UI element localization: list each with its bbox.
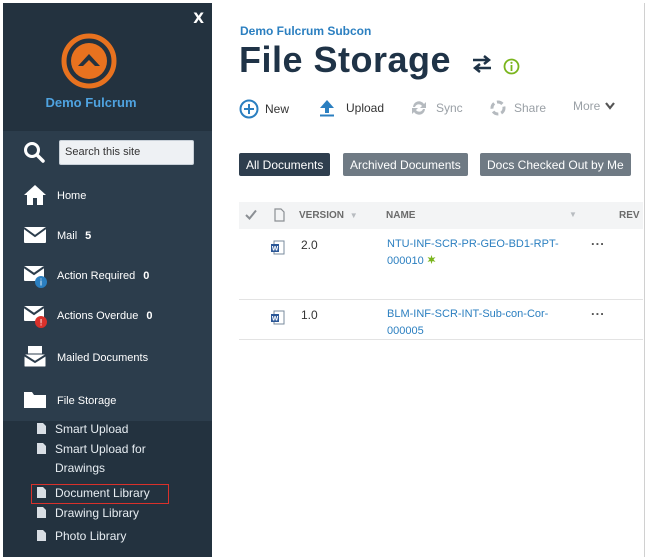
sidebar-item-label: File Storage <box>57 395 117 407</box>
new-button-label: New <box>265 102 290 116</box>
submenu-item-label: Drawing Library <box>55 506 140 520</box>
mailed-documents-icon <box>23 345 47 368</box>
word-document-icon: W <box>271 240 285 255</box>
info-icon[interactable] <box>503 58 520 80</box>
submenu-item-label: Photo Library <box>55 529 127 543</box>
document-icon <box>37 507 46 518</box>
sidebar-item-label: Mail <box>57 230 78 242</box>
app-window: X Demo Fulcrum Search this site Home Mai… <box>0 0 650 560</box>
tab-all-documents[interactable]: All Documents <box>239 153 331 176</box>
actions-overdue-count-badge: 0 <box>146 310 153 322</box>
share-icon <box>490 100 506 116</box>
name-filter-caret-icon[interactable]: ▼ <box>569 210 577 219</box>
share-button[interactable]: Share <box>489 99 546 117</box>
sidebar-item-label-wrap: Action Required 0 <box>57 270 149 282</box>
mail-count-badge: 5 <box>85 230 92 242</box>
svg-text:W: W <box>272 316 279 323</box>
add-icon <box>239 99 259 119</box>
folder-icon <box>23 389 47 411</box>
document-icon <box>37 423 46 434</box>
sync-button-label: Sync <box>436 101 463 115</box>
more-button[interactable]: More <box>573 99 616 113</box>
sidebar: X Demo Fulcrum Search this site Home Mai… <box>3 3 212 557</box>
highlight-annotation <box>31 484 169 504</box>
submenu-item-drawing-library[interactable]: Drawing Library <box>37 504 139 523</box>
word-document-icon: W <box>271 310 285 325</box>
brand-logo <box>61 33 117 89</box>
table-row[interactable]: W 2.0 NTU-INF-SCR-PR-GEO-BD1-RPT-000010 … <box>239 230 643 300</box>
table-header: VERSION ▼ NAME ▼ REV <box>239 202 643 229</box>
brand-name: Demo Fulcrum <box>45 95 137 110</box>
column-header-version-label: VERSION <box>299 210 345 221</box>
chevron-down-icon <box>605 102 616 110</box>
action-required-count-badge: 0 <box>143 270 150 282</box>
upload-icon <box>320 100 334 117</box>
row-more-options-button[interactable]: ... <box>591 303 605 318</box>
tab-docs-checked-out[interactable]: Docs Checked Out by Me <box>480 153 631 176</box>
sidebar-item-label: Mailed Documents <box>57 352 149 364</box>
table-row[interactable]: W 1.0 BLM-INF-SCR-INT-Sub-con-Cor-000005… <box>239 300 643 340</box>
document-icon <box>37 530 46 541</box>
upload-button-label: Upload <box>346 101 385 115</box>
sync-button[interactable]: Sync <box>410 99 463 117</box>
swap-arrows-icon[interactable] <box>471 55 493 78</box>
svg-text:W: W <box>272 246 279 253</box>
close-sidebar-button[interactable]: X <box>193 11 204 27</box>
sort-caret-icon: ▼ <box>349 211 358 220</box>
document-icon <box>37 443 46 454</box>
page-title: File Storage <box>239 39 452 80</box>
tab-archived-documents[interactable]: Archived Documents <box>343 153 468 176</box>
search-icon[interactable] <box>23 141 45 168</box>
upload-button[interactable]: Upload <box>318 99 384 117</box>
svg-text:i: i <box>40 279 43 289</box>
sidebar-item-label: Action Required <box>57 270 136 282</box>
select-all-checkmark-icon[interactable] <box>245 209 257 220</box>
new-button[interactable]: New <box>239 99 289 119</box>
submenu-item-smart-upload[interactable]: Smart Upload <box>37 420 128 439</box>
new-item-badge-icon <box>427 255 436 264</box>
version-value: 1.0 <box>301 308 318 322</box>
sidebar-item-file-storage[interactable]: File Storage <box>3 383 212 419</box>
home-icon <box>23 184 47 206</box>
column-header-version[interactable]: VERSION ▼ <box>299 210 358 221</box>
more-button-label: More <box>573 99 601 113</box>
document-name-link[interactable]: BLM-INF-SCR-INT-Sub-con-Cor-000005 <box>387 306 577 340</box>
sidebar-item-actions-overdue[interactable]: ! Actions Overdue 0 <box>3 298 212 334</box>
document-name-text: NTU-INF-SCR-PR-GEO-BD1-RPT-000010 <box>387 238 559 267</box>
file-type-icon <box>274 208 285 222</box>
version-value: 2.0 <box>301 238 318 252</box>
column-header-rev[interactable]: REV <box>619 210 640 221</box>
submenu-item-smart-upload-drawings[interactable]: Smart Upload for Drawings <box>37 440 167 478</box>
actions-overdue-icon: ! <box>23 303 47 329</box>
sidebar-item-mailed-documents[interactable]: Mailed Documents <box>3 340 212 376</box>
sync-icon <box>412 101 426 115</box>
submenu-item-label: Smart Upload for Drawings <box>55 442 146 475</box>
svg-text:!: ! <box>39 319 43 329</box>
sidebar-item-label: Home <box>57 190 87 202</box>
sidebar-item-home[interactable]: Home <box>3 178 212 214</box>
search-input[interactable]: Search this site <box>59 140 194 165</box>
sidebar-item-label: Actions Overdue <box>57 310 139 322</box>
action-required-icon: i <box>23 263 47 289</box>
mail-icon <box>23 226 47 248</box>
sidebar-item-label-wrap: Actions Overdue 0 <box>57 310 152 322</box>
document-name-link[interactable]: NTU-INF-SCR-PR-GEO-BD1-RPT-000010 <box>387 236 577 270</box>
site-name-link[interactable]: Demo Fulcrum Subcon <box>240 24 371 38</box>
sidebar-item-label-wrap: Mail 5 <box>57 230 91 242</box>
main-content: Demo Fulcrum Subcon File Storage New Upl… <box>213 3 645 557</box>
row-more-options-button[interactable]: ... <box>591 233 605 248</box>
submenu-item-photo-library[interactable]: Photo Library <box>37 527 126 546</box>
column-header-name[interactable]: NAME <box>386 210 415 221</box>
submenu-item-label: Smart Upload <box>55 422 129 436</box>
share-button-label: Share <box>514 101 547 115</box>
sidebar-item-action-required[interactable]: i Action Required 0 <box>3 258 212 294</box>
sidebar-item-mail[interactable]: Mail 5 <box>3 218 212 254</box>
